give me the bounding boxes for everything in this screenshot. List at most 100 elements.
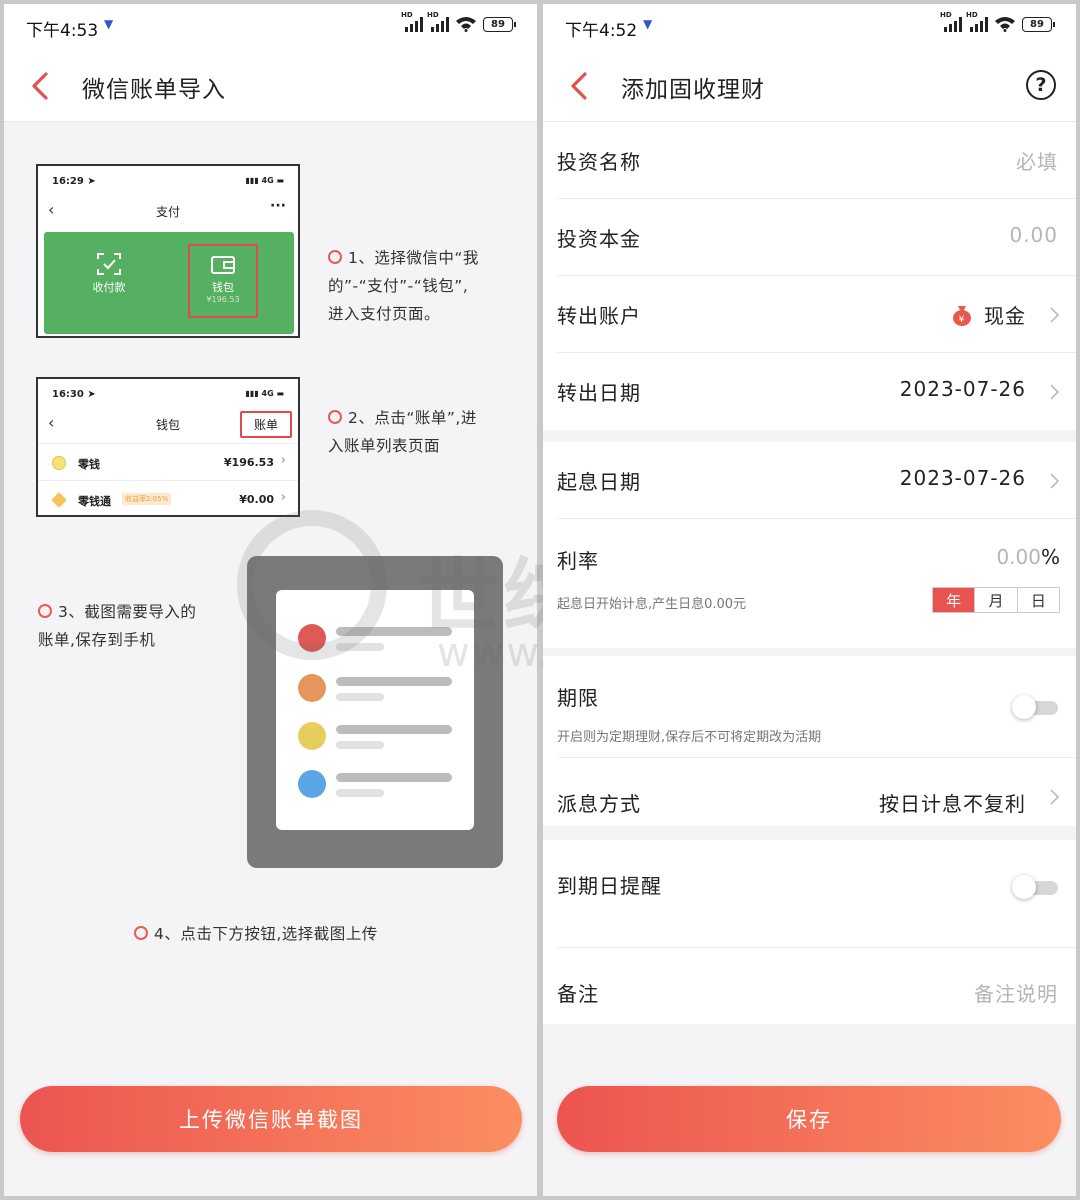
toggle-knob: [1012, 695, 1036, 719]
upload-screenshot-button[interactable]: 上传微信账单截图: [20, 1086, 522, 1152]
field-label: 转出账户: [557, 304, 641, 328]
mock-row-value: ¥196.53: [223, 456, 274, 469]
illustration-item: [298, 674, 458, 704]
yield-badge: 收益率2.05%: [122, 493, 172, 505]
interest-card: 起息日期 2023-07-26 利率 0.00% 起息日开始计息,产生日息0.0…: [543, 442, 1076, 648]
out-date-row[interactable]: 转出日期 2023-07-26: [543, 353, 1076, 430]
chevron-right-icon: ›: [280, 490, 286, 505]
rate-field[interactable]: 0.00%: [996, 545, 1060, 569]
note-row[interactable]: 备注 备注说明: [543, 948, 1076, 1024]
illustration-item: [298, 722, 458, 752]
add-fixed-income-screen: 下午4:52 ▼ HD HD 89 添加固收理财 ? 投资名称 必填 投资本金 …: [543, 4, 1076, 1196]
period-month[interactable]: 月: [974, 588, 1016, 612]
wifi-icon: [995, 17, 1015, 32]
mock-time: 16:29 ➤: [52, 176, 96, 187]
help-icon[interactable]: ?: [1026, 70, 1056, 100]
svg-text:¥: ¥: [959, 315, 966, 325]
mock-row-label: 零钱通: [78, 495, 111, 508]
status-time: 下午4:53: [26, 21, 99, 41]
start-date-value[interactable]: 2023-07-26: [900, 466, 1026, 490]
scan-icon: [97, 253, 121, 275]
field-label: 利率: [557, 549, 599, 573]
bill-entry: 账单: [239, 411, 292, 438]
period-day[interactable]: 日: [1016, 588, 1059, 612]
field-label: 起息日期: [557, 470, 641, 494]
mock-signal: ▮▮▮ 4G ▬: [245, 176, 284, 185]
pay-panel: 收付款 钱包 ¥196.53: [44, 232, 294, 334]
mock-row-change-plus: 零钱通 收益率2.05% ¥0.00 ›: [38, 480, 298, 515]
wallet-amount: ¥196.53: [206, 295, 240, 304]
term-toggle[interactable]: [1012, 695, 1058, 719]
out-date-value[interactable]: 2023-07-26: [900, 377, 1026, 401]
rate-period-selector[interactable]: 年 月 日: [932, 587, 1060, 613]
signal-icon: HD: [940, 11, 962, 32]
illustration-paper: [276, 590, 474, 830]
step-circle-icon: [134, 926, 148, 940]
status-icons: HD HD 89: [401, 11, 516, 32]
field-label: 投资名称: [557, 150, 641, 174]
nav-bar: 添加固收理财 ?: [543, 50, 1076, 122]
payout-value[interactable]: 按日计息不复利: [879, 788, 1026, 817]
out-account-value[interactable]: ¥ 现金: [952, 300, 1026, 329]
page-title: 添加固收理财: [621, 77, 765, 103]
illustration-line: [336, 725, 452, 734]
mock-row-change: 零钱 ¥196.53 ›: [38, 443, 298, 480]
vpn-icon: ▼: [104, 17, 114, 31]
chevron-right-icon: [1050, 473, 1060, 489]
mock-row-value: ¥0.00: [239, 493, 274, 506]
toggle-knob: [1012, 875, 1036, 899]
start-date-row[interactable]: 起息日期 2023-07-26: [543, 442, 1076, 519]
illustration-line: [336, 627, 452, 636]
principal-row[interactable]: 投资本金 0.00: [543, 199, 1076, 276]
signal-icon: HD: [427, 11, 449, 32]
step-circle-icon: [328, 410, 342, 424]
mock-title: 支付: [155, 205, 180, 219]
rate-unit: %: [1040, 545, 1060, 569]
reminder-toggle[interactable]: [1012, 875, 1058, 899]
wifi-icon: [456, 17, 476, 32]
payout-row[interactable]: 派息方式 按日计息不复利: [543, 758, 1076, 826]
principal-input[interactable]: 0.00: [1009, 223, 1058, 247]
mock-signal: ▮▮▮ 4G ▬: [245, 389, 284, 398]
field-label: 投资本金: [557, 227, 641, 251]
step-circle-icon: [328, 250, 342, 264]
chevron-right-icon: [1050, 789, 1060, 805]
rate-input[interactable]: 0.00: [996, 545, 1041, 569]
period-year[interactable]: 年: [933, 588, 975, 612]
chevron-right-icon: ›: [280, 453, 286, 468]
status-bar: 下午4:52 ▼ HD HD 89: [543, 4, 1076, 50]
wechat-import-screen: 下午4:53 ▼ HD HD 89 微信账单导入 16:29 ➤ ▮▮▮ 4G …: [4, 4, 537, 1196]
step-1-text: 1、选择微信中“我 的”-“支付”-“钱包”, 进入支付页面。: [328, 249, 479, 323]
investment-name-row[interactable]: 投资名称 必填: [543, 122, 1076, 199]
tutorial-screenshot-wallet: 16:30 ➤ ▮▮▮ 4G ▬ ‹ 钱包 账单 零钱 ¥196.53 › 零钱…: [36, 377, 300, 517]
wallet-item: 钱包 ¥196.53: [188, 244, 258, 318]
page-title: 微信账单导入: [82, 77, 226, 103]
mock-more-icon: ···: [270, 198, 286, 214]
field-label: 到期日提醒: [557, 874, 662, 898]
illustration-dot: [298, 770, 326, 798]
signal-icon: HD: [966, 11, 988, 32]
illustration-item: [298, 770, 458, 800]
mock-time: 16:30 ➤: [52, 389, 96, 400]
illustration-line: [336, 773, 452, 782]
note-input[interactable]: 备注说明: [974, 978, 1058, 1007]
illustration-dot: [298, 624, 326, 652]
illustration-line: [336, 741, 384, 749]
status-time: 下午4:52: [565, 21, 638, 41]
receive-pay-label: 收付款: [92, 281, 126, 294]
investment-name-input[interactable]: 必填: [1016, 146, 1058, 175]
illustration-line: [336, 789, 384, 797]
term-row: 期限 开启则为定期理财,保存后不可将定期改为活期: [543, 656, 1076, 758]
out-account-row[interactable]: 转出账户 ¥ 现金: [543, 276, 1076, 353]
back-arrow-icon[interactable]: [26, 68, 56, 104]
wallet-icon: [211, 256, 235, 274]
step-circle-icon: [38, 604, 52, 618]
illustration-line: [336, 677, 452, 686]
term-card: 期限 开启则为定期理财,保存后不可将定期改为活期 派息方式 按日计息不复利: [543, 656, 1076, 826]
signal-icon: HD: [401, 11, 423, 32]
back-arrow-icon[interactable]: [565, 68, 595, 104]
illustration-line: [336, 693, 384, 701]
coin-icon: [52, 456, 66, 470]
illustration-dot: [298, 674, 326, 702]
save-button[interactable]: 保存: [557, 1086, 1061, 1152]
